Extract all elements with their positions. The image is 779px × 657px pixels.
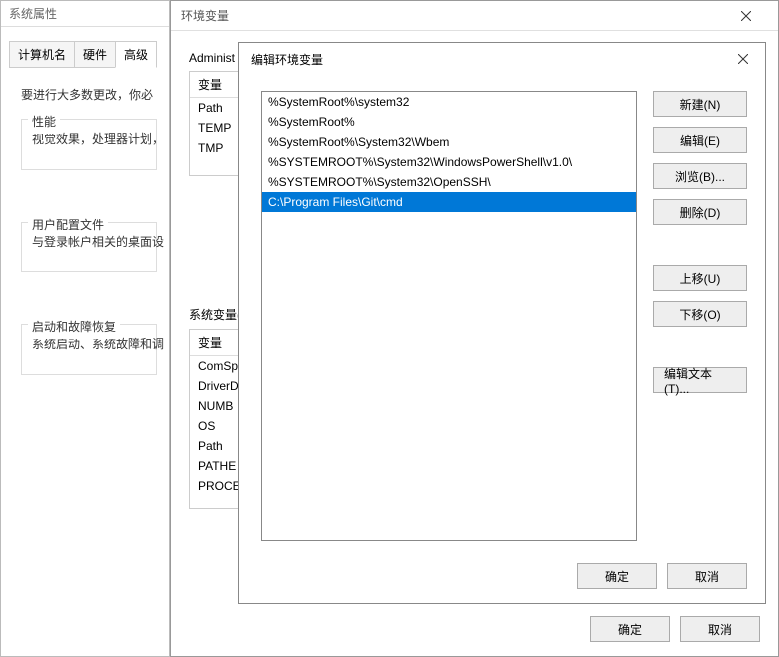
- env-cancel-button[interactable]: 取消: [680, 616, 760, 642]
- env-close-button[interactable]: [724, 1, 768, 31]
- userprofile-fieldset: 用户配置文件 与登录帐户相关的桌面设: [21, 222, 157, 273]
- edit-body: %SystemRoot%\system32 %SystemRoot% %Syst…: [239, 75, 765, 553]
- env-title: 环境变量: [181, 7, 229, 24]
- sysprops-titlebar: 系统属性: [1, 1, 169, 27]
- env-footer: 确定 取消: [590, 616, 760, 642]
- edit-title: 编辑环境变量: [251, 51, 323, 68]
- path-entry[interactable]: %SYSTEMROOT%\System32\WindowsPowerShell\…: [262, 152, 636, 172]
- startup-legend: 启动和故障恢复: [28, 316, 120, 339]
- path-entry[interactable]: %SystemRoot%: [262, 112, 636, 132]
- delete-button[interactable]: 删除(D): [653, 199, 747, 225]
- sysprops-intro-text: 要进行大多数更改，你必: [21, 84, 157, 107]
- edit-titlebar: 编辑环境变量: [239, 43, 765, 75]
- close-icon: [741, 11, 751, 21]
- path-entry-selected[interactable]: C:\Program Files\Git\cmd: [262, 192, 636, 212]
- edit-close-button[interactable]: [721, 43, 765, 75]
- sysprops-title: 系统属性: [9, 7, 57, 21]
- performance-legend: 性能: [28, 111, 60, 134]
- startup-fieldset: 启动和故障恢复 系统启动、系统故障和调: [21, 324, 157, 375]
- path-entries-list[interactable]: %SystemRoot%\system32 %SystemRoot% %Syst…: [261, 91, 637, 541]
- move-down-button[interactable]: 下移(O): [653, 301, 747, 327]
- new-button[interactable]: 新建(N): [653, 91, 747, 117]
- edit-cancel-button[interactable]: 取消: [667, 563, 747, 589]
- env-ok-button[interactable]: 确定: [590, 616, 670, 642]
- path-entry[interactable]: %SYSTEMROOT%\System32\OpenSSH\: [262, 172, 636, 192]
- edit-footer: 确定 取消: [577, 563, 747, 589]
- move-up-button[interactable]: 上移(U): [653, 265, 747, 291]
- edit-text-button[interactable]: 编辑文本(T)...: [653, 367, 747, 393]
- env-titlebar: 环境变量: [171, 1, 778, 31]
- path-entry[interactable]: %SystemRoot%\system32: [262, 92, 636, 112]
- edit-env-var-dialog: 编辑环境变量 %SystemRoot%\system32 %SystemRoot…: [238, 42, 766, 604]
- edit-button[interactable]: 编辑(E): [653, 127, 747, 153]
- tab-computer-name[interactable]: 计算机名: [9, 41, 75, 68]
- tab-hardware[interactable]: 硬件: [74, 41, 116, 68]
- edit-ok-button[interactable]: 确定: [577, 563, 657, 589]
- close-icon: [738, 54, 748, 64]
- sysprops-tabs: 计算机名 硬件 高级: [1, 41, 169, 68]
- performance-fieldset: 性能 视觉效果，处理器计划，: [21, 119, 157, 170]
- browse-button[interactable]: 浏览(B)...: [653, 163, 747, 189]
- tab-advanced[interactable]: 高级: [115, 41, 157, 68]
- userprofile-legend: 用户配置文件: [28, 214, 108, 237]
- system-properties-window: 系统属性 计算机名 硬件 高级 要进行大多数更改，你必 性能 视觉效果，处理器计…: [0, 0, 170, 657]
- edit-button-column: 新建(N) 编辑(E) 浏览(B)... 删除(D) 上移(U) 下移(O) 编…: [653, 91, 747, 541]
- path-entry[interactable]: %SystemRoot%\System32\Wbem: [262, 132, 636, 152]
- sysprops-body: 要进行大多数更改，你必 性能 视觉效果，处理器计划， 用户配置文件 与登录帐户相…: [1, 68, 169, 387]
